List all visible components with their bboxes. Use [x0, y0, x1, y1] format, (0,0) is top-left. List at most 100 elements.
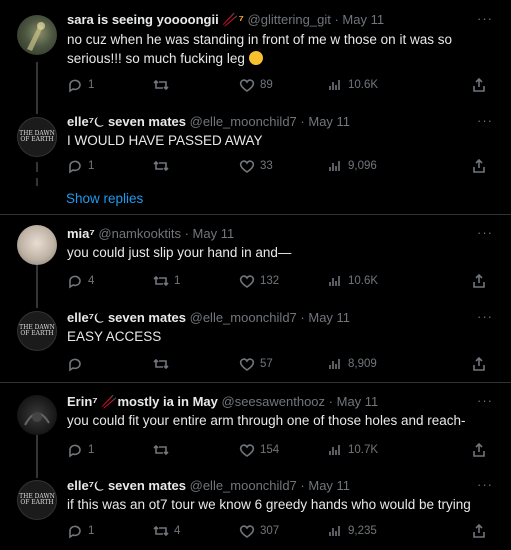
- reply-count: 1: [88, 444, 95, 456]
- reply-icon: [67, 77, 83, 93]
- timestamp[interactable]: May 11: [337, 394, 379, 409]
- like-count: 132: [260, 275, 280, 287]
- tweet-actions: 1 33 9,096: [67, 158, 487, 176]
- reply-button[interactable]: 1: [67, 442, 94, 458]
- handle[interactable]: @glittering_git: [248, 12, 331, 27]
- like-button[interactable]: 307: [239, 523, 279, 539]
- handle[interactable]: @namkooktits: [98, 226, 181, 241]
- more-options-icon[interactable]: ···: [477, 393, 493, 408]
- like-button[interactable]: 89: [239, 77, 273, 93]
- thread-connector: [36, 264, 38, 308]
- views-button[interactable]: 8,909: [327, 356, 377, 372]
- share-button[interactable]: [471, 523, 487, 539]
- avatar[interactable]: [17, 15, 57, 55]
- like-count: 33: [260, 160, 273, 172]
- retweet-button[interactable]: [153, 356, 174, 372]
- avatar-text: THE DAWN OF EARTH: [19, 493, 55, 506]
- analytics-icon: [327, 356, 343, 372]
- share-button[interactable]: [471, 356, 487, 372]
- display-name[interactable]: elle⁷⏾ seven mates: [67, 310, 186, 325]
- retweet-count: 1: [174, 275, 181, 287]
- thread-connector: [36, 178, 38, 186]
- show-replies-link[interactable]: Show replies: [66, 191, 143, 206]
- avatar[interactable]: [17, 395, 57, 435]
- views-button[interactable]: 10.6K: [327, 273, 378, 289]
- display-name-extra: 🥢⁷: [222, 12, 244, 27]
- timestamp[interactable]: May 11: [342, 12, 384, 27]
- thread-connector: [36, 62, 38, 114]
- reply-button[interactable]: [67, 356, 88, 372]
- avatar[interactable]: THE DAWN OF EARTH: [17, 480, 57, 520]
- reply-button[interactable]: 1: [67, 77, 94, 93]
- tweet-text: you could just slip your hand in and—: [67, 245, 292, 260]
- display-name[interactable]: elle⁷⏾ seven mates: [67, 478, 186, 493]
- avatar[interactable]: THE DAWN OF EARTH: [17, 311, 57, 351]
- reply-button[interactable]: 1: [67, 158, 94, 174]
- retweet-icon: [153, 273, 169, 289]
- tweet-header: elle⁷⏾ seven mates @elle_moonchild7 · Ma…: [67, 478, 351, 493]
- share-icon: [471, 356, 487, 372]
- share-icon: [471, 77, 487, 93]
- handle[interactable]: @elle_moonchild7: [190, 114, 297, 129]
- views-button[interactable]: 10.6K: [327, 77, 378, 93]
- more-options-icon[interactable]: ···: [477, 113, 493, 128]
- display-name[interactable]: Erin⁷ 🥢mostly ia in May: [67, 394, 218, 409]
- handle[interactable]: @elle_moonchild7: [190, 478, 297, 493]
- timestamp[interactable]: May 11: [308, 114, 350, 129]
- retweet-button[interactable]: [153, 442, 174, 458]
- tweet-header: mia⁷ @namkooktits · May 11: [67, 226, 235, 241]
- retweet-count: 4: [174, 525, 181, 537]
- display-name[interactable]: elle⁷⏾ seven mates: [67, 114, 186, 129]
- views-count: 8,909: [348, 358, 377, 370]
- heart-icon: [239, 523, 255, 539]
- share-button[interactable]: [471, 158, 487, 174]
- analytics-icon: [327, 77, 343, 93]
- more-options-icon[interactable]: ···: [477, 309, 493, 324]
- retweet-button[interactable]: 1: [153, 273, 180, 289]
- reply-button[interactable]: 4: [67, 273, 94, 289]
- avatar-text: THE DAWN OF EARTH: [19, 130, 55, 143]
- like-button[interactable]: 33: [239, 158, 273, 174]
- like-count: 89: [260, 79, 273, 91]
- views-button[interactable]: 9,235: [327, 523, 377, 539]
- share-icon: [471, 523, 487, 539]
- retweet-button[interactable]: [153, 77, 174, 93]
- more-options-icon[interactable]: ···: [477, 11, 493, 26]
- like-button[interactable]: 154: [239, 442, 279, 458]
- share-button[interactable]: [471, 442, 487, 458]
- timestamp[interactable]: May 11: [308, 310, 350, 325]
- retweet-button[interactable]: [153, 158, 174, 174]
- display-name[interactable]: sara is seeing yoooongii: [67, 12, 219, 27]
- display-name[interactable]: mia⁷: [67, 226, 95, 241]
- timestamp[interactable]: May 11: [193, 226, 235, 241]
- reply-icon: [67, 273, 83, 289]
- like-button[interactable]: 132: [239, 273, 279, 289]
- views-button[interactable]: 9,096: [327, 158, 377, 174]
- avatar[interactable]: THE DAWN OF EARTH: [17, 117, 57, 157]
- retweet-button[interactable]: 4: [153, 523, 180, 539]
- timestamp[interactable]: May 11: [308, 478, 350, 493]
- heart-icon: [239, 77, 255, 93]
- analytics-icon: [327, 273, 343, 289]
- reply-icon: [67, 523, 83, 539]
- more-options-icon[interactable]: ···: [477, 477, 493, 492]
- tweet-actions: 4 1 132 10.6K: [67, 273, 487, 291]
- reply-button[interactable]: 1: [67, 523, 94, 539]
- like-count: 307: [260, 525, 280, 537]
- handle[interactable]: @elle_moonchild7: [190, 310, 297, 325]
- share-button[interactable]: [471, 77, 487, 93]
- views-count: 10.6K: [348, 275, 379, 287]
- like-count: 57: [260, 358, 273, 370]
- more-options-icon[interactable]: ···: [477, 225, 493, 240]
- share-button[interactable]: [471, 273, 487, 289]
- views-button[interactable]: 10.7K: [327, 442, 378, 458]
- share-icon: [471, 442, 487, 458]
- handle[interactable]: @seesawenthooz: [222, 394, 326, 409]
- emoji-icon: [248, 51, 263, 65]
- avatar[interactable]: [17, 225, 57, 265]
- share-icon: [471, 273, 487, 289]
- retweet-icon: [153, 77, 169, 93]
- tweet-actions: 1 89 10.6K: [67, 77, 487, 95]
- reply-icon: [67, 356, 83, 372]
- like-button[interactable]: 57: [239, 356, 273, 372]
